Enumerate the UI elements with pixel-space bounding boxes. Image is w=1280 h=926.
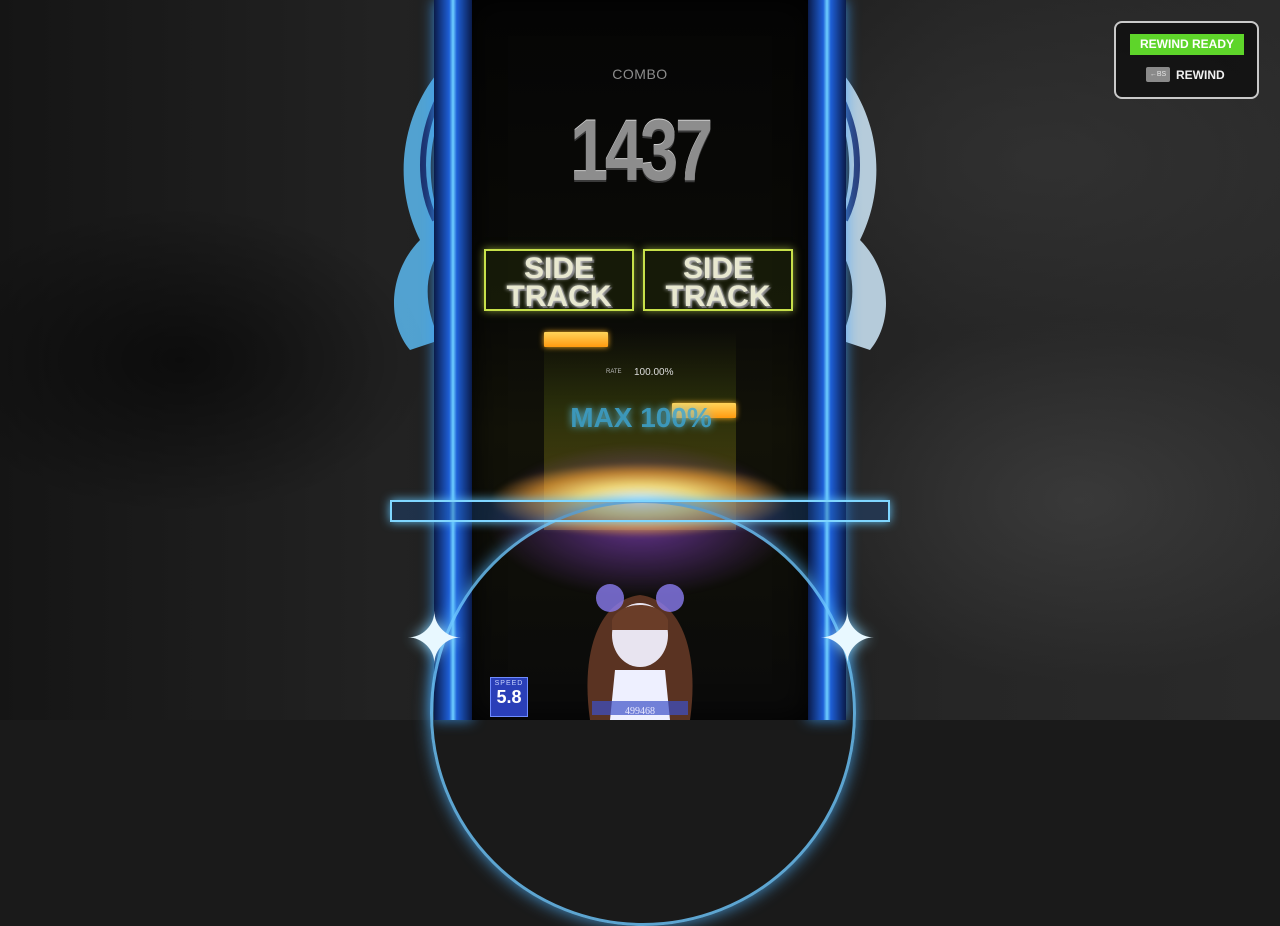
combo-label: COMBO [612,66,668,82]
side-track-note-left: SIDE TRACK [484,249,634,313]
rate-value: 100.00% [634,367,674,378]
score-bar: 499468 [592,701,688,717]
side-track-right-line2: TRACK [665,280,771,313]
rewind-panel: REWIND READY ←BS REWIND [1114,21,1259,99]
combo-counter: 1437 [569,103,713,199]
speed-indicator: SPEED 5.8 [490,677,528,717]
sparkle-icon: ✦ [405,600,464,678]
rate-label: RATE [606,369,622,375]
speed-value: 5.8 [496,687,522,707]
side-track-left-line1: SIDE [523,252,595,285]
backspace-key-icon: ←BS [1146,67,1170,82]
max-judgement-text: MAX 100% [570,402,712,433]
score-value: 499468 [625,706,655,717]
speed-label: SPEED [494,680,524,687]
side-track-right-line1: SIDE [682,252,754,285]
side-track-note-right: SIDE TRACK [643,249,793,313]
character-portrait [587,584,693,720]
sparkle-icon: ✦ [818,600,877,678]
judgement-line [390,500,890,522]
rewind-button[interactable]: REWIND [1176,67,1225,83]
fx-note [544,332,608,347]
side-track-left-line2: TRACK [506,280,612,313]
rewind-ready-badge: REWIND READY [1130,34,1244,55]
